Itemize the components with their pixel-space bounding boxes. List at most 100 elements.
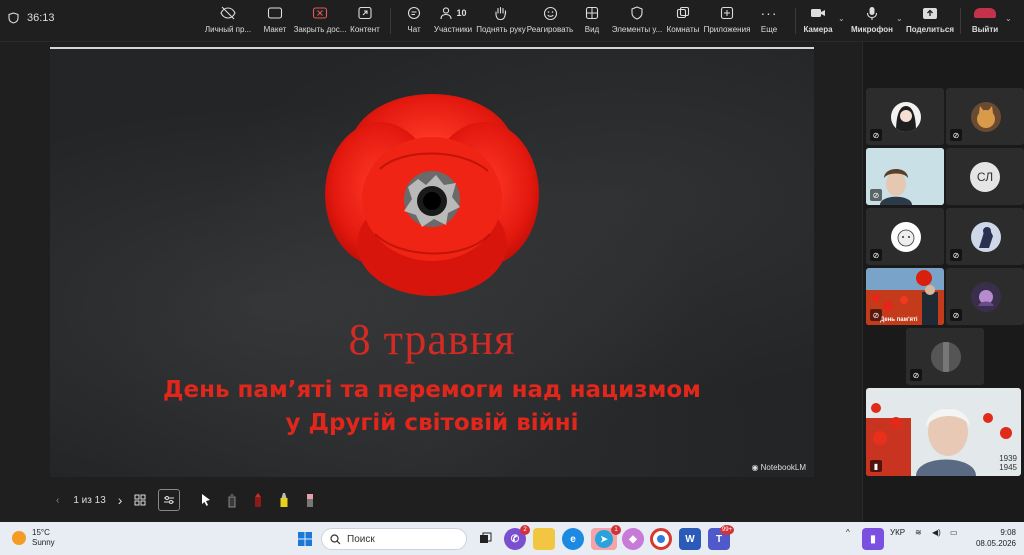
participant-tile[interactable]: ⊘: [946, 88, 1024, 145]
viber-icon[interactable]: ✆ 2: [504, 525, 530, 550]
taskbar-search-box[interactable]: Поиск: [321, 528, 467, 550]
keyboard-language-indicator[interactable]: УКР: [890, 528, 905, 537]
avatar: [971, 222, 1001, 252]
system-clock[interactable]: 9:08 08.05.2026: [976, 527, 1016, 549]
leave-options-chevron-icon[interactable]: ⌄: [1005, 14, 1012, 23]
pointer-tool-icon[interactable]: [200, 493, 212, 507]
stop-sharing-button[interactable]: Закрыть дос...: [294, 4, 346, 38]
apps-label: Приложения: [703, 25, 751, 34]
pen-red-icon[interactable]: [252, 492, 264, 508]
chat-button[interactable]: Чат: [404, 4, 424, 38]
leave-label: Выйти: [971, 25, 999, 34]
eraser-icon[interactable]: [304, 492, 316, 508]
layout-button[interactable]: Макет: [262, 4, 288, 38]
participants-count: 10: [456, 8, 467, 18]
pen-black-icon[interactable]: [226, 492, 238, 508]
copilot-app-icon[interactable]: ◆: [622, 528, 644, 550]
microphone-options-chevron-icon[interactable]: ⌄: [896, 14, 903, 23]
elements-button[interactable]: Элементы у...: [612, 4, 662, 38]
participant-tile[interactable]: ⊘: [946, 208, 1024, 265]
task-view-icon[interactable]: [474, 528, 496, 550]
notebooklm-logo-icon: ◉: [751, 463, 761, 472]
chat-label: Чат: [407, 25, 421, 34]
microphone-button[interactable]: Микрофон: [851, 4, 893, 38]
participant-tile[interactable]: ⊘: [946, 268, 1024, 325]
telegram-icon[interactable]: ➤ 1: [591, 525, 621, 550]
muted-mic-icon: ⊘: [870, 249, 882, 261]
close-share-icon: [312, 7, 328, 19]
participant-tile[interactable]: СЛ: [946, 148, 1024, 205]
clock-date: 08.05.2026: [975, 539, 1016, 548]
content-label: Контент: [350, 25, 380, 34]
windows-start-icon[interactable]: [294, 528, 316, 550]
raise-hand-button[interactable]: Поднять руку: [476, 4, 526, 38]
toolbar-divider: [390, 8, 391, 34]
volume-icon[interactable]: ◀): [932, 528, 941, 537]
camera-button[interactable]: Камера: [803, 4, 833, 38]
share-label: Поделиться: [906, 25, 955, 34]
teams-badge: 99+: [720, 525, 734, 535]
content-share-icon: [358, 6, 372, 20]
apps-button[interactable]: Приложения: [704, 4, 750, 38]
word-icon[interactable]: W: [679, 528, 701, 550]
private-mode-button[interactable]: Личный пр...: [204, 4, 252, 38]
share-button[interactable]: Поделиться: [906, 4, 954, 38]
hang-up-icon: [974, 8, 996, 18]
slide-subtitle-line2: у Другій світовій війні: [285, 410, 579, 436]
microphone-label: Микрофон: [851, 25, 893, 34]
leave-button[interactable]: Выйти: [970, 4, 1000, 38]
copilot-tray-icon[interactable]: ▮: [862, 528, 884, 550]
participant-tile[interactable]: ⊘: [866, 88, 944, 145]
muted-mic-icon: ⊘: [870, 309, 882, 321]
muted-mic-icon: ⊘: [950, 309, 962, 321]
toolbar-divider: [795, 8, 796, 34]
muted-mic-icon: ⊘: [910, 369, 922, 381]
people-icon: [440, 7, 453, 20]
chrome-icon[interactable]: [650, 528, 672, 550]
previous-slide-chevron-icon[interactable]: ‹: [56, 495, 59, 506]
slide-date-heading: 8 травня: [348, 315, 516, 364]
show-hidden-icons-chevron-icon[interactable]: ^: [846, 528, 850, 537]
avatar: [891, 222, 921, 252]
smile-icon: [543, 6, 557, 20]
file-explorer-icon[interactable]: [533, 528, 555, 550]
participant-tile[interactable]: ⊘: [866, 208, 944, 265]
teams-icon[interactable]: T 99+: [708, 525, 734, 550]
shield-icon: [8, 12, 19, 24]
participant-video-tile[interactable]: ⊘: [866, 148, 944, 205]
battery-icon[interactable]: ▭: [950, 528, 958, 537]
view-label: Вид: [584, 25, 600, 34]
rooms-button[interactable]: Комнаты: [667, 4, 699, 38]
avatar: [931, 342, 961, 372]
active-speaker-video-tile[interactable]: 1939 1945 ▮: [866, 388, 1021, 476]
slide-settings-sliders-icon[interactable]: [158, 489, 181, 511]
weather-widget[interactable]: 15°C Sunny: [12, 528, 55, 548]
windows-taskbar: 15°C Sunny Поиск ✆ 2 e ➤ 1 ◆ W T 99+ ^ ▮ УК…: [0, 522, 1024, 555]
chat-icon: [407, 6, 421, 20]
wifi-icon[interactable]: ≋: [915, 528, 922, 537]
more-button[interactable]: ··· Еще: [760, 4, 778, 38]
react-button[interactable]: Реагировать: [527, 4, 573, 38]
avatar: [971, 102, 1001, 132]
participant-tile[interactable]: ⊘: [906, 328, 984, 385]
rooms-icon: [676, 6, 690, 19]
private-mode-label: Личный пр...: [204, 25, 252, 34]
edge-browser-icon[interactable]: e: [562, 528, 584, 550]
notebooklm-watermark: ◉ NotebookLM: [751, 463, 806, 472]
layout-label: Макет: [263, 25, 287, 34]
more-label: Еще: [760, 25, 778, 34]
shield-check-icon: [631, 6, 643, 20]
highlighter-icon[interactable]: [278, 492, 290, 508]
search-placeholder: Поиск: [347, 533, 375, 545]
presentation-controls: ‹ 1 из 13 ›: [50, 487, 328, 513]
view-button[interactable]: Вид: [582, 4, 602, 38]
participant-video-tile[interactable]: День пам'яті ⊘: [866, 268, 944, 325]
red-poppy-flower-image: [325, 94, 539, 296]
camera-options-chevron-icon[interactable]: ⌄: [838, 14, 845, 23]
participants-button[interactable]: 10 Участники: [434, 4, 472, 38]
viber-badge: 2: [520, 525, 530, 535]
next-slide-chevron-icon[interactable]: ›: [118, 492, 123, 508]
grid-view-icon[interactable]: [134, 494, 146, 506]
content-button[interactable]: Контент: [350, 4, 380, 38]
poster-caption: День пам'яті: [880, 317, 918, 323]
